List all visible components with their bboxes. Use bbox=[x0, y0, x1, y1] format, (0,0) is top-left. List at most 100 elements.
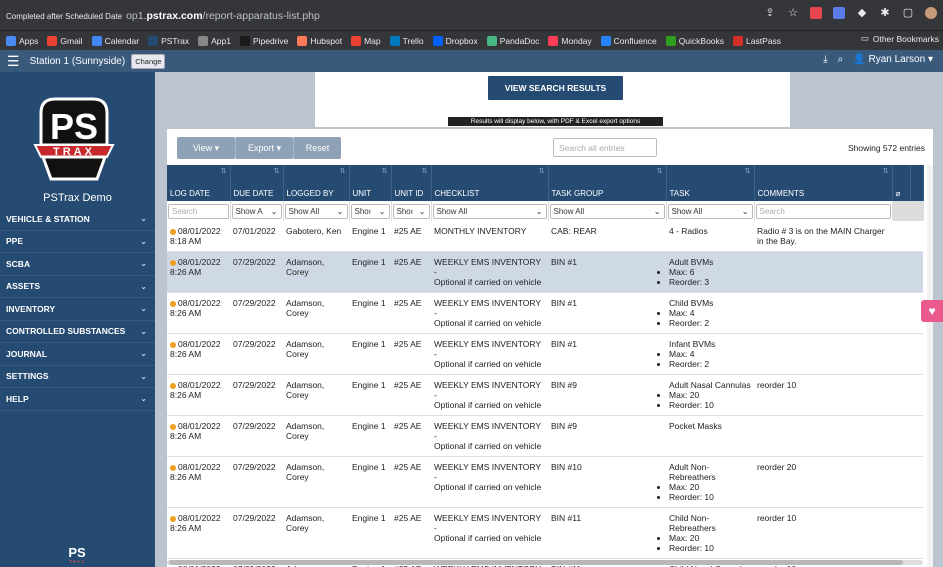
heart-icon[interactable]: ♥ bbox=[921, 300, 943, 322]
column-filter-select[interactable]: Show A ⌄ bbox=[231, 203, 282, 219]
puzzle-icon[interactable]: ✱ bbox=[879, 7, 891, 19]
column-header-log-date[interactable]: LOG DATE ⇅ bbox=[167, 165, 231, 201]
share-icon[interactable]: ⇪ bbox=[764, 7, 776, 19]
sidebar-item-help[interactable]: HELP ⌄ bbox=[0, 388, 155, 411]
reset-button[interactable]: Reset bbox=[293, 137, 341, 159]
log-date-cell: 08/01/2022 8:26 AM bbox=[167, 415, 230, 457]
table-row[interactable]: 08/01/2022 8:26 AM 07/29/2022 Adamson, Core… bbox=[167, 292, 923, 334]
bookmark-trello[interactable]: Trello bbox=[389, 35, 424, 46]
column-header-comments[interactable]: COMMENTS ⇅ bbox=[754, 165, 893, 201]
sort-icon[interactable]: ⇅ bbox=[221, 167, 227, 175]
bookmark-hubspot[interactable]: Hubspot bbox=[297, 35, 342, 46]
column-search-input[interactable]: Search bbox=[755, 203, 891, 219]
filter-cell bbox=[910, 201, 924, 221]
column-header-due-date[interactable]: DUE DATE ⇅ bbox=[230, 165, 284, 201]
sort-icon[interactable]: ⇅ bbox=[745, 167, 751, 175]
table-row[interactable]: 08/01/2022 8:26 AM 07/29/2022 Adamson, Core… bbox=[167, 251, 923, 293]
sidebar-item-vehicle-station[interactable]: VEHICLE & STATION ⌄ bbox=[0, 208, 155, 231]
tab-title[interactable]: Completed after Scheduled Date bbox=[6, 12, 122, 21]
column-header-unit-id[interactable]: UNIT ID ⇅ bbox=[391, 165, 432, 201]
sidebar-item-assets[interactable]: ASSETS ⌄ bbox=[0, 276, 155, 298]
bookmark-icon bbox=[297, 35, 308, 46]
view-search-results-button[interactable]: VIEW SEARCH RESULTS bbox=[488, 76, 623, 100]
column-header-unit[interactable]: UNIT ⇅ bbox=[349, 165, 392, 201]
bookmark-dropbox[interactable]: Dropbox bbox=[432, 35, 478, 46]
search-all-entries-input[interactable]: Search all entries bbox=[553, 138, 657, 157]
bookmark-confluence[interactable]: Confluence bbox=[600, 35, 657, 46]
column-header-task-group[interactable]: TASK GROUP ⇅ bbox=[548, 165, 667, 201]
status-dot bbox=[170, 464, 176, 471]
sort-icon[interactable]: ⇅ bbox=[539, 167, 545, 175]
chevron-down-icon: ⌄ bbox=[140, 281, 147, 291]
sidebar-item-controlled-substances[interactable]: CONTROLLED SUBSTANCES ⌄ bbox=[0, 321, 155, 343]
scrollbar-thumb[interactable] bbox=[169, 560, 903, 565]
bookmark-app1[interactable]: App1 bbox=[198, 35, 231, 46]
bookmark-monday[interactable]: Monday bbox=[548, 35, 592, 46]
sort-icon[interactable]: ⇅ bbox=[274, 167, 280, 175]
column-filter-select[interactable]: Shoı ⌄ bbox=[350, 203, 390, 219]
horizontal-scrollbar[interactable] bbox=[167, 560, 923, 565]
star-icon[interactable]: ☆ bbox=[787, 7, 799, 19]
unit-cell: Engine 1 bbox=[349, 456, 391, 508]
extension-icon[interactable]: ◆ bbox=[856, 7, 868, 19]
search-icon[interactable]: ⌕ bbox=[838, 54, 844, 65]
other-bookmarks[interactable]: ▭ Other Bookmarks bbox=[861, 33, 939, 44]
table-row[interactable]: 08/01/2022 8:26 AM 07/29/2022 Adamson, Core… bbox=[167, 415, 923, 457]
column-filter-select[interactable]: Show All ⌄ bbox=[549, 203, 665, 219]
chevron-down-icon: ⌄ bbox=[378, 206, 386, 216]
bookmark-pipedrive[interactable]: Pipedrive bbox=[239, 35, 288, 46]
profile-avatar[interactable] bbox=[925, 7, 937, 19]
url-path: /report-apparatus-list.php bbox=[202, 10, 320, 22]
filter-cell: Show All ⌄ bbox=[283, 201, 350, 221]
hamburger-menu-icon[interactable]: ☰ bbox=[7, 54, 20, 68]
bookmark-lastpass[interactable]: LastPass bbox=[733, 35, 781, 46]
view-button[interactable]: View ▾ bbox=[177, 137, 235, 159]
table-row[interactable]: 08/01/2022 8:26 AM 07/29/2022 Adamson, Core… bbox=[167, 374, 923, 416]
sort-icon[interactable]: ⇅ bbox=[382, 167, 388, 175]
sidebar-item-scba[interactable]: SCBA ⌄ bbox=[0, 253, 155, 276]
change-station-button[interactable]: Change bbox=[131, 53, 166, 69]
user-icon: 👤 bbox=[853, 54, 866, 65]
table-row[interactable]: 08/01/2022 8:26 AM 07/29/2022 Adamson, Core… bbox=[167, 456, 923, 508]
column-filter-select[interactable]: Show All ⌄ bbox=[284, 203, 348, 219]
sort-icon[interactable]: ⇅ bbox=[340, 167, 346, 175]
column-header-checklist[interactable]: CHECKLIST ⇅ bbox=[431, 165, 549, 201]
export-button[interactable]: Export ▾ bbox=[235, 137, 293, 159]
sort-icon[interactable]: ⇅ bbox=[657, 167, 663, 175]
bookmark-pandadoc[interactable]: PandaDoc bbox=[486, 35, 539, 46]
column-filter-select[interactable]: Shoı ⌄ bbox=[392, 203, 430, 219]
column-header-task[interactable]: TASK ⇅ bbox=[666, 165, 755, 201]
sidebar-item-journal[interactable]: JOURNAL ⌄ bbox=[0, 343, 155, 366]
status-dot bbox=[170, 382, 176, 389]
sidebar-item-settings[interactable]: SETTINGS ⌄ bbox=[0, 366, 155, 388]
bookmark-apps[interactable]: Apps bbox=[6, 35, 38, 46]
bookmark-pstrax[interactable]: PSTrax bbox=[148, 35, 189, 46]
sidebar-item-label: ASSETS bbox=[6, 281, 41, 292]
bookmark-calendar[interactable]: Calendar bbox=[91, 35, 139, 46]
column-filter-select[interactable]: Show All ⌄ bbox=[432, 203, 547, 219]
column-search-input[interactable]: Search bbox=[168, 203, 229, 219]
column-header-logged-by[interactable]: LOGGED BY ⇅ bbox=[283, 165, 350, 201]
main-content: VIEW SEARCH RESULTS Results will display… bbox=[155, 72, 943, 567]
log-time: 8:26 AM bbox=[170, 308, 202, 318]
download-icon[interactable]: ⤓ bbox=[823, 54, 827, 65]
attachment-column-header[interactable]: ⌀ bbox=[892, 165, 911, 201]
svg-text:PS: PS bbox=[50, 106, 98, 147]
bookmark-gmail[interactable]: Gmail bbox=[47, 35, 83, 46]
sidebar-item-inventory[interactable]: INVENTORY ⌄ bbox=[0, 298, 155, 321]
bookmark-quickbooks[interactable]: QuickBooks bbox=[665, 35, 724, 46]
sort-icon[interactable]: ⇅ bbox=[883, 167, 889, 175]
table-row[interactable]: 08/01/2022 8:26 AM 07/29/2022 Adamson, Core… bbox=[167, 507, 923, 559]
table-row[interactable]: 08/01/2022 8:26 AM 07/29/2022 Adamson, Core… bbox=[167, 333, 923, 375]
sidebar-item-label: SCBA bbox=[6, 258, 31, 269]
sidebar-item-ppe[interactable]: PPE ⌄ bbox=[0, 231, 155, 253]
sort-icon[interactable]: ⇅ bbox=[422, 167, 428, 175]
user-menu[interactable]: 👤 Ryan Larson ▾ bbox=[853, 54, 933, 65]
extension-icon[interactable] bbox=[833, 7, 845, 19]
column-filter-select[interactable]: Show All ⌄ bbox=[667, 203, 753, 219]
sidebar-icon[interactable]: ▢ bbox=[902, 7, 914, 19]
table-row[interactable]: 08/01/2022 8:18 AM 07/01/2022 Gabotero, Ken… bbox=[167, 221, 923, 252]
bookmark-map[interactable]: Map bbox=[351, 35, 381, 46]
extension-icon[interactable] bbox=[810, 7, 822, 19]
vertical-scrollbar[interactable] bbox=[927, 165, 933, 567]
